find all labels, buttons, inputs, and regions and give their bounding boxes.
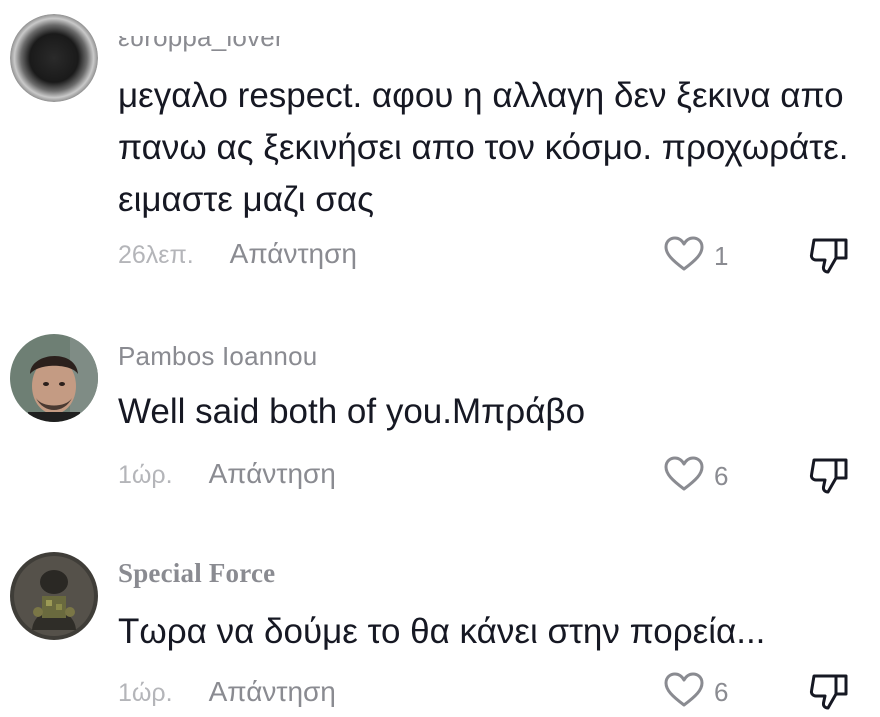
reply-button[interactable]: Απάντηση: [230, 238, 357, 269]
comment-username[interactable]: Pambos Ioannou: [118, 341, 317, 372]
reply-button[interactable]: Απάντηση: [209, 676, 336, 707]
comment-time: 1ώρ.: [118, 679, 173, 707]
comment-username[interactable]: ευroppa_lover: [118, 36, 284, 53]
avatar[interactable]: [10, 334, 98, 422]
comment-text: μεγαλο respect. αφου η αλλαγη δεν ξεκινα…: [118, 76, 849, 219]
comment-text: Τωρα να δούμε το θα κάνει στην πορεία...: [118, 612, 766, 651]
heart-outline-icon: [664, 672, 704, 713]
thumbs-down-icon: [808, 674, 852, 716]
like-button[interactable]: 6: [664, 672, 728, 712]
avatar[interactable]: [10, 14, 98, 102]
comment-time: 26λεπ.: [118, 241, 194, 269]
cropped-top-content: [0, 0, 880, 8]
like-button[interactable]: 6: [664, 456, 728, 496]
dislike-button[interactable]: [808, 672, 852, 712]
comment-meta: 1ώρ. Απάντηση: [118, 676, 336, 708]
dislike-button[interactable]: [808, 456, 852, 496]
comment-username[interactable]: Special Force: [118, 558, 275, 589]
comment-meta: 1ώρ. Απάντηση: [118, 458, 336, 490]
comment-meta: 26λεπ. Απάντηση: [118, 238, 357, 270]
thumbs-down-icon: [808, 458, 852, 500]
heart-outline-icon: [664, 236, 704, 277]
like-count: 6: [714, 460, 729, 491]
thumbs-down-icon: [808, 238, 852, 280]
avatar[interactable]: [10, 552, 98, 640]
heart-outline-icon: [664, 456, 704, 497]
comment-time: 1ώρ.: [118, 461, 173, 489]
comment-text: Well said both of you.Μπράβο: [118, 392, 586, 431]
reply-button[interactable]: Απάντηση: [209, 458, 336, 489]
dislike-button[interactable]: [808, 236, 852, 276]
like-button[interactable]: 1: [664, 236, 728, 276]
like-count: 6: [714, 676, 729, 707]
like-count: 1: [714, 240, 729, 271]
